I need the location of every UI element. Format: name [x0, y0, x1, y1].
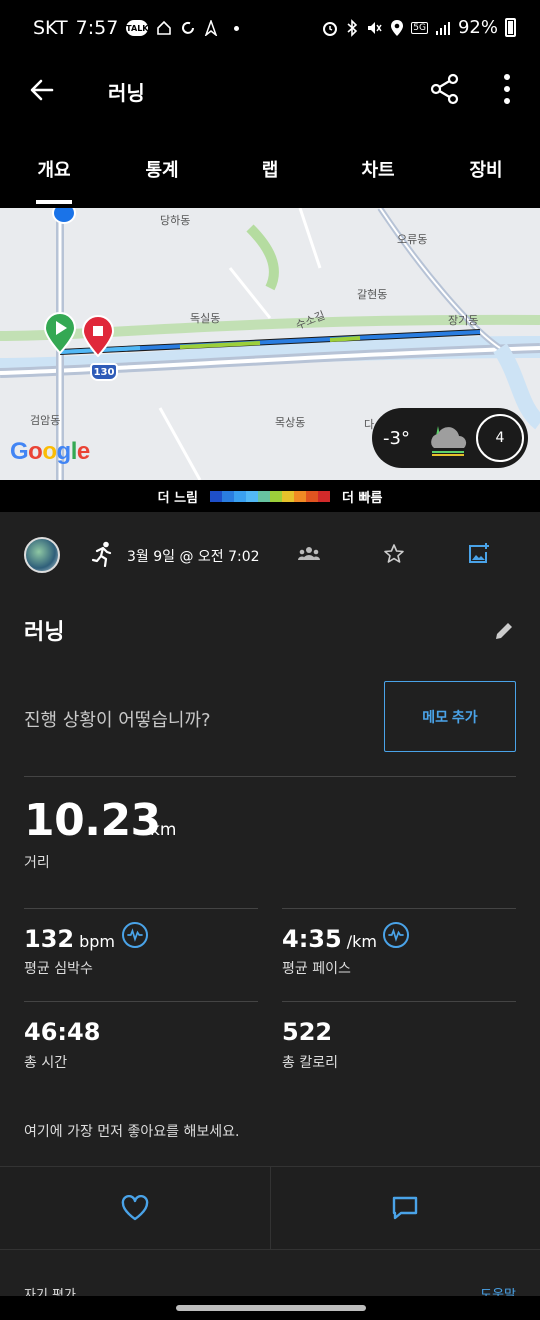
- group-icon[interactable]: [298, 545, 320, 563]
- kakaotalk-icon: TALK: [126, 20, 149, 36]
- avatar[interactable]: [24, 537, 60, 573]
- legend-slow-label: 더 느림: [157, 490, 198, 506]
- activity-date: 3월 9일 @ 오전 7:02: [127, 549, 260, 565]
- map-label: 검암동: [30, 414, 61, 427]
- home-gesture-pill[interactable]: [176, 1305, 366, 1311]
- divider: [282, 908, 516, 909]
- stop-marker-icon: [81, 315, 115, 357]
- legend-swatch: [222, 490, 234, 502]
- dot-icon: [504, 86, 510, 92]
- add-memo-button[interactable]: 메모 추가: [384, 681, 516, 752]
- total-calories: 522: [282, 1018, 333, 1046]
- clock: 7:57: [75, 17, 119, 39]
- action-bar: [0, 1166, 540, 1250]
- map-label: 장기동: [448, 314, 479, 327]
- map-label: 목상동: [275, 416, 306, 429]
- share-icon: [430, 73, 459, 105]
- star-icon[interactable]: [383, 543, 405, 565]
- map-label: 당하동: [160, 214, 191, 227]
- map-label: 독실동: [190, 312, 221, 325]
- battery-icon: [505, 18, 516, 37]
- status-left: SKT 7:57 TALK: [33, 17, 240, 39]
- network-badge: 5G: [411, 21, 428, 34]
- legend-fast-label: 더 빠름: [342, 490, 383, 506]
- share-button[interactable]: [426, 70, 464, 108]
- start-marker-icon: [43, 312, 77, 354]
- legend-swatch: [282, 490, 294, 502]
- legend-swatch: [318, 490, 330, 502]
- legend-swatches: [210, 490, 330, 502]
- tab-stats[interactable]: 통계: [108, 122, 216, 208]
- legend-swatch: [210, 490, 222, 502]
- legend-swatch: [234, 490, 246, 502]
- map-label: 갈현동: [357, 288, 388, 301]
- divider: [24, 908, 258, 909]
- legend-swatch: [258, 490, 270, 502]
- dot-icon: [504, 74, 510, 80]
- wind-indicator: 4: [476, 414, 524, 462]
- signal-icon: [435, 21, 450, 35]
- app-bar: 러닝: [0, 58, 540, 122]
- total-time: 46:48: [24, 1018, 101, 1046]
- divider: [24, 776, 516, 777]
- tab-charts[interactable]: 차트: [324, 122, 432, 208]
- sync-icon: [182, 21, 195, 34]
- status-right: 5G 92%: [321, 17, 516, 38]
- cloud-icon: [431, 426, 467, 456]
- arrow-left-icon: [30, 79, 54, 101]
- comment-button[interactable]: [269, 1167, 540, 1249]
- kudos-prompt: 여기에 가장 먼저 좋아요를 해보세요.: [24, 1124, 240, 1140]
- divider: [282, 1001, 516, 1002]
- activity-title: 러닝: [24, 620, 65, 645]
- battery-percent: 92%: [457, 17, 498, 38]
- tab-overview[interactable]: 개요: [0, 122, 108, 208]
- progress-prompt: 진행 상황이 어떻습니까?: [24, 710, 211, 731]
- google-logo: Google: [10, 438, 90, 465]
- legend-swatch: [246, 490, 258, 502]
- avg-pace: 4:35/km: [282, 925, 377, 953]
- temperature: -3°: [383, 428, 410, 449]
- distance-value: 10.23: [24, 795, 161, 846]
- dot-icon: [504, 98, 510, 104]
- tab-gear[interactable]: 장비: [432, 122, 540, 208]
- status-bar: SKT 7:57 TALK 5G 92%: [0, 0, 540, 58]
- avg-heart-rate-label: 평균 심박수: [24, 961, 93, 977]
- alarm-icon: [323, 21, 338, 36]
- heart-rate-zone-icon[interactable]: [122, 922, 148, 948]
- carrier: SKT: [33, 17, 68, 39]
- more-options-button[interactable]: [494, 70, 520, 108]
- legend-swatch: [270, 490, 282, 502]
- home-icon: [157, 20, 172, 35]
- location-icon: [391, 19, 404, 36]
- dot-icon: [234, 25, 240, 31]
- page-title: 러닝: [108, 81, 145, 105]
- avg-heart-rate: 132 bpm: [24, 925, 116, 953]
- tab-laps[interactable]: 랩: [216, 122, 324, 208]
- add-photo-icon[interactable]: [466, 542, 490, 566]
- speed-legend: 더 느림 더 빠름: [0, 480, 540, 512]
- total-calories-label: 총 칼로리: [282, 1055, 338, 1071]
- comment-icon: [393, 1196, 418, 1220]
- pace-zone-icon[interactable]: [383, 922, 409, 948]
- route-badge: 130: [90, 363, 118, 381]
- edit-icon[interactable]: [493, 620, 515, 642]
- back-button[interactable]: [24, 72, 60, 108]
- legend-swatch: [306, 490, 318, 502]
- heart-icon: [121, 1195, 149, 1221]
- map-label: 오류동: [397, 233, 428, 246]
- divider: [24, 1001, 258, 1002]
- weather-chip[interactable]: -3° 4: [372, 408, 528, 468]
- distance-unit: km: [150, 820, 177, 840]
- mute-icon: [368, 21, 382, 34]
- total-time-label: 총 시간: [24, 1055, 68, 1071]
- running-icon: [92, 541, 112, 567]
- distance-label: 거리: [24, 855, 50, 871]
- legend-swatch: [294, 490, 306, 502]
- bluetooth-icon: [347, 18, 358, 37]
- navigation-icon: [205, 20, 218, 36]
- like-button[interactable]: [0, 1167, 270, 1249]
- tab-bar: 개요 통계 랩 차트 장비: [0, 122, 540, 208]
- avg-pace-label: 평균 페이스: [282, 961, 351, 977]
